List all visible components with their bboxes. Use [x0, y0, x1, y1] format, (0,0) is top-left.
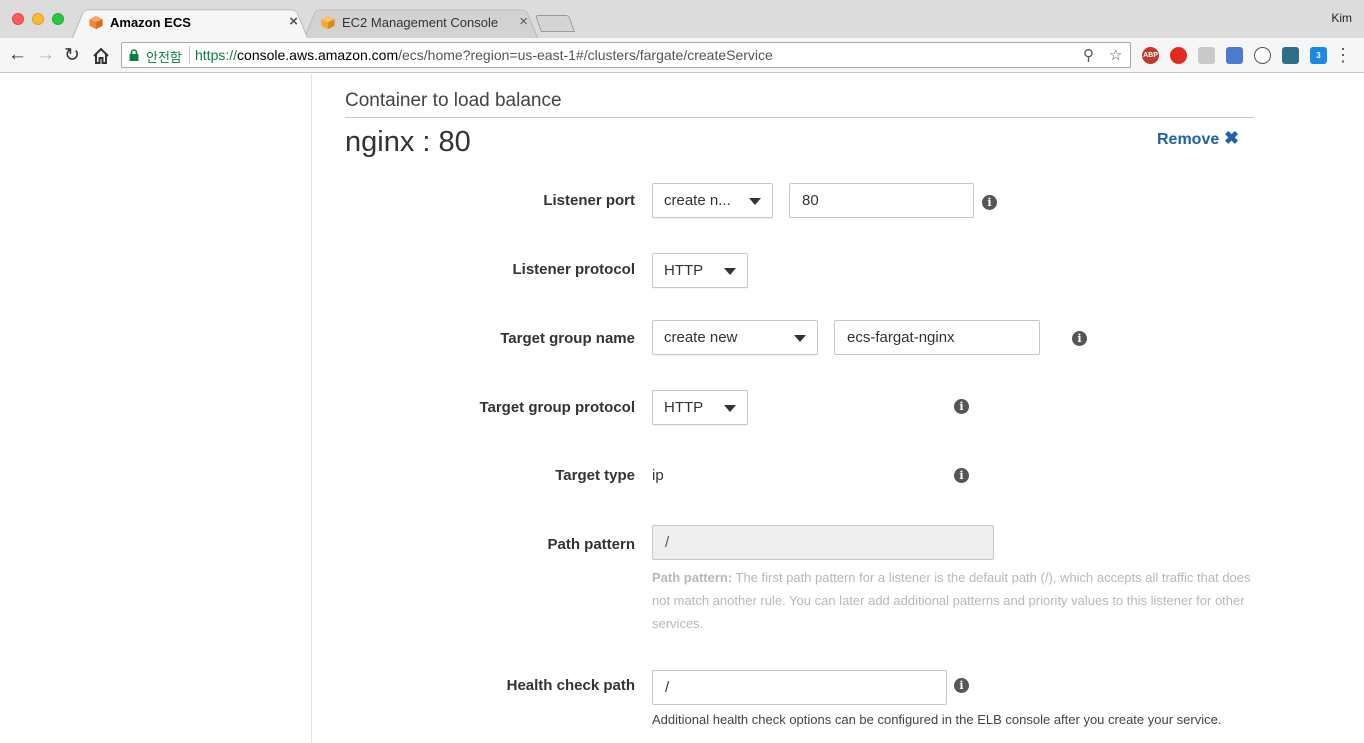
chevron-down-icon: [794, 335, 806, 342]
tab-label: Amazon ECS: [110, 15, 191, 30]
listener-port-select[interactable]: create n...: [652, 183, 773, 218]
path-pattern-label: Path pattern: [547, 536, 635, 553]
listener-protocol-label: Listener protocol: [512, 261, 635, 278]
path-pattern-input[interactable]: [652, 525, 994, 560]
target-group-name-input[interactable]: [834, 320, 1040, 355]
bookmark-star-icon[interactable]: ☆: [1109, 46, 1122, 64]
chevron-down-icon: [749, 198, 761, 205]
zoom-icon[interactable]: ⚲: [1083, 46, 1094, 64]
listener-port-label: Listener port: [543, 192, 635, 209]
target-type-value: ip: [652, 467, 664, 484]
chevron-down-icon: [724, 268, 736, 275]
adblock-plus-icon[interactable]: ABP: [1142, 47, 1159, 64]
health-check-help-text: Additional health check options can be c…: [652, 712, 1222, 727]
remove-x-icon[interactable]: ✖: [1224, 128, 1239, 149]
path-pattern-help-text: Path pattern: The first path pattern for…: [652, 570, 1251, 631]
chevron-down-icon: [724, 405, 736, 412]
tab-ec2-management-console[interactable]: EC2 Management Console ×: [304, 6, 538, 38]
secure-label: 안전함: [146, 50, 182, 65]
browser-tab-bar: Amazon ECS × EC2 Management Console × Ki…: [0, 0, 1364, 38]
health-check-path-input[interactable]: [652, 670, 947, 705]
lock-icon: [129, 49, 139, 61]
target-group-name-select[interactable]: create new: [652, 320, 818, 355]
address-bar[interactable]: 안전함 https://console.aws.amazon.com/ecs/h…: [121, 42, 1131, 68]
close-tab-icon[interactable]: ×: [519, 13, 528, 30]
url-text[interactable]: https://console.aws.amazon.com/ecs/home?…: [195, 47, 773, 63]
browser-menu-icon[interactable]: ⋮: [1334, 45, 1352, 66]
close-tab-icon[interactable]: ×: [289, 13, 298, 30]
zoom-window-button[interactable]: [52, 13, 64, 25]
back-arrow-icon[interactable]: ←: [8, 44, 27, 66]
info-icon[interactable]: i: [982, 195, 997, 210]
info-icon[interactable]: i: [954, 468, 969, 483]
listener-port-input[interactable]: [789, 183, 974, 218]
info-icon[interactable]: i: [954, 399, 969, 414]
target-group-protocol-label: Target group protocol: [479, 399, 635, 416]
close-window-button[interactable]: [12, 13, 24, 25]
extension-blue-icon[interactable]: [1226, 47, 1243, 64]
forward-arrow-icon[interactable]: →: [36, 44, 55, 66]
browser-toolbar: ← → ↻ 안전함 https://console.aws.amazon.com…: [0, 38, 1364, 73]
profile-name[interactable]: Kim: [1331, 11, 1352, 25]
remove-link[interactable]: Remove: [1157, 131, 1219, 149]
aws-cube-icon: [321, 15, 335, 30]
target-type-label: Target type: [555, 467, 635, 484]
info-icon[interactable]: i: [1072, 331, 1087, 346]
section-divider: [345, 117, 1254, 118]
extension-puzzle-icon[interactable]: [1198, 47, 1215, 64]
home-icon[interactable]: [92, 47, 110, 65]
extension-square-icon[interactable]: [1282, 47, 1299, 64]
left-sidebar: [0, 74, 312, 743]
tab-amazon-ecs[interactable]: Amazon ECS ×: [72, 6, 308, 38]
new-tab-button[interactable]: [534, 15, 576, 32]
extension-info-icon[interactable]: [1254, 47, 1271, 64]
listener-protocol-select[interactable]: HTTP: [652, 253, 748, 288]
extension-red-icon[interactable]: [1170, 47, 1187, 64]
tab-label: EC2 Management Console: [342, 15, 499, 30]
container-name: nginx : 80: [345, 126, 471, 158]
extension-badge-icon[interactable]: 3: [1310, 47, 1327, 64]
health-check-path-label: Health check path: [506, 677, 635, 694]
target-group-protocol-select[interactable]: HTTP: [652, 390, 748, 425]
minimize-window-button[interactable]: [32, 13, 44, 25]
target-group-name-label: Target group name: [500, 330, 635, 347]
reload-icon[interactable]: ↻: [64, 44, 80, 67]
aws-cube-icon: [89, 15, 103, 30]
section-title: Container to load balance: [345, 90, 562, 111]
info-icon[interactable]: i: [954, 678, 969, 693]
